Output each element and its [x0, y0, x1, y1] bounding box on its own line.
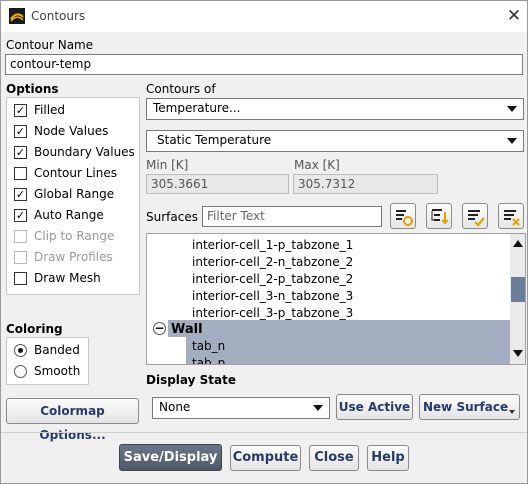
save-display-button[interactable]: Save/Display [119, 444, 222, 471]
option-label: Draw Profiles [34, 250, 113, 264]
option-checkbox[interactable]: ✓ [14, 125, 27, 138]
wall-group-row[interactable] [168, 320, 510, 337]
use-active-button[interactable]: Use Active [336, 394, 413, 420]
compute-button[interactable]: Compute [230, 445, 301, 471]
surfaces-filter-input[interactable]: Filter Text [202, 206, 382, 227]
surfaces-list[interactable]: interior-cell_1-p_tabzone_1 interior-cell… [146, 233, 526, 365]
chevron-down-icon [507, 106, 517, 112]
contours-category-value: Temperature... [153, 101, 241, 115]
option-checkbox[interactable] [14, 272, 27, 285]
surface-list-item[interactable]: interior-cell_3-n_tabzone_3 [192, 289, 353, 303]
surface-list-item[interactable]: interior-cell_2-n_tabzone_2 [192, 255, 353, 269]
option-checkbox[interactable]: ✓ [14, 146, 27, 159]
collapse-icon[interactable]: − [153, 322, 166, 335]
coloring-option-label: Smooth [34, 364, 81, 378]
select-all-button[interactable] [462, 203, 488, 229]
display-state-dropdown[interactable]: None [152, 397, 330, 419]
surfaces-label: Surfaces [146, 210, 198, 224]
chevron-down-icon [313, 405, 323, 411]
contour-name-field[interactable]: contour-temp [5, 54, 523, 75]
select-all-icon [468, 210, 485, 227]
contours-of-label: Contours of [146, 82, 216, 96]
contours-dialog: Contours ✕ Contour Name contour-temp Opt… [0, 0, 528, 484]
options-label: Options [6, 82, 59, 96]
window-title: Contours [31, 9, 86, 23]
deselect-all-icon [504, 210, 520, 226]
contour-name-label: Contour Name [6, 38, 94, 52]
chevron-down-icon [509, 410, 515, 414]
surface-list-item[interactable]: tab_n [192, 339, 225, 353]
group-icon [431, 209, 449, 225]
wall-group-label: Wall [171, 322, 203, 337]
list-filter-icon [396, 210, 413, 226]
new-surface-group-button[interactable] [390, 203, 416, 229]
group-by-button[interactable] [426, 203, 452, 229]
coloring-radio[interactable] [14, 365, 27, 378]
scroll-down-icon[interactable] [513, 350, 523, 357]
new-surface-button[interactable]: New Surface [419, 394, 520, 420]
surfaces-scrollbar[interactable] [510, 234, 525, 364]
surface-list-item[interactable]: interior-cell_3-p_tabzone_3 [192, 306, 353, 320]
option-label: Filled [34, 103, 66, 117]
surface-list-item[interactable]: tab_p [192, 356, 225, 364]
option-label: Contour Lines [34, 166, 117, 180]
max-field: 305.7312 [293, 174, 438, 194]
option-label: Global Range [34, 187, 115, 201]
help-button[interactable]: Help [367, 445, 409, 471]
min-label: Min [K] [146, 158, 189, 172]
contours-quantity-value: Static Temperature [157, 133, 272, 147]
surface-list-item[interactable]: interior-cell_1-p_tabzone_1 [192, 238, 353, 252]
surface-selection-highlight [186, 337, 510, 354]
contours-quantity-dropdown[interactable]: Static Temperature [146, 130, 524, 152]
deselect-all-button[interactable] [498, 203, 524, 229]
ansys-app-icon [9, 8, 25, 24]
max-label: Max [K] [294, 158, 340, 172]
option-label: Draw Mesh [34, 271, 101, 285]
option-checkbox [14, 230, 27, 243]
option-label: Clip to Range [34, 229, 115, 243]
footer-divider [1, 432, 527, 433]
option-checkbox [14, 251, 27, 264]
title-bar: Contours ✕ [1, 1, 527, 32]
coloring-radio[interactable] [14, 344, 27, 357]
scroll-thumb[interactable] [511, 277, 525, 302]
display-state-value: None [159, 400, 191, 414]
close-window-icon[interactable]: ✕ [504, 5, 524, 27]
option-label: Boundary Values [34, 145, 135, 159]
option-checkbox[interactable]: ✓ [14, 209, 27, 222]
coloring-label: Coloring [6, 322, 63, 336]
close-button[interactable]: Close [309, 445, 359, 471]
option-checkbox[interactable] [14, 167, 27, 180]
surface-list-item[interactable]: interior-cell_2-p_tabzone_2 [192, 272, 353, 286]
option-checkbox[interactable]: ✓ [14, 188, 27, 201]
option-label: Auto Range [34, 208, 104, 222]
display-state-label: Display State [146, 373, 236, 387]
contours-category-dropdown[interactable]: Temperature... [146, 98, 524, 120]
coloring-option-label: Banded [34, 343, 80, 357]
scroll-up-icon[interactable] [513, 240, 523, 247]
new-surface-label: New Surface [423, 400, 509, 414]
surface-selection-highlight [186, 354, 510, 364]
option-checkbox[interactable]: ✓ [14, 104, 27, 117]
min-field: 305.3661 [146, 174, 289, 194]
option-label: Node Values [34, 124, 109, 138]
chevron-down-icon [507, 138, 517, 144]
colormap-options-button[interactable]: Colormap Options... [6, 398, 139, 442]
